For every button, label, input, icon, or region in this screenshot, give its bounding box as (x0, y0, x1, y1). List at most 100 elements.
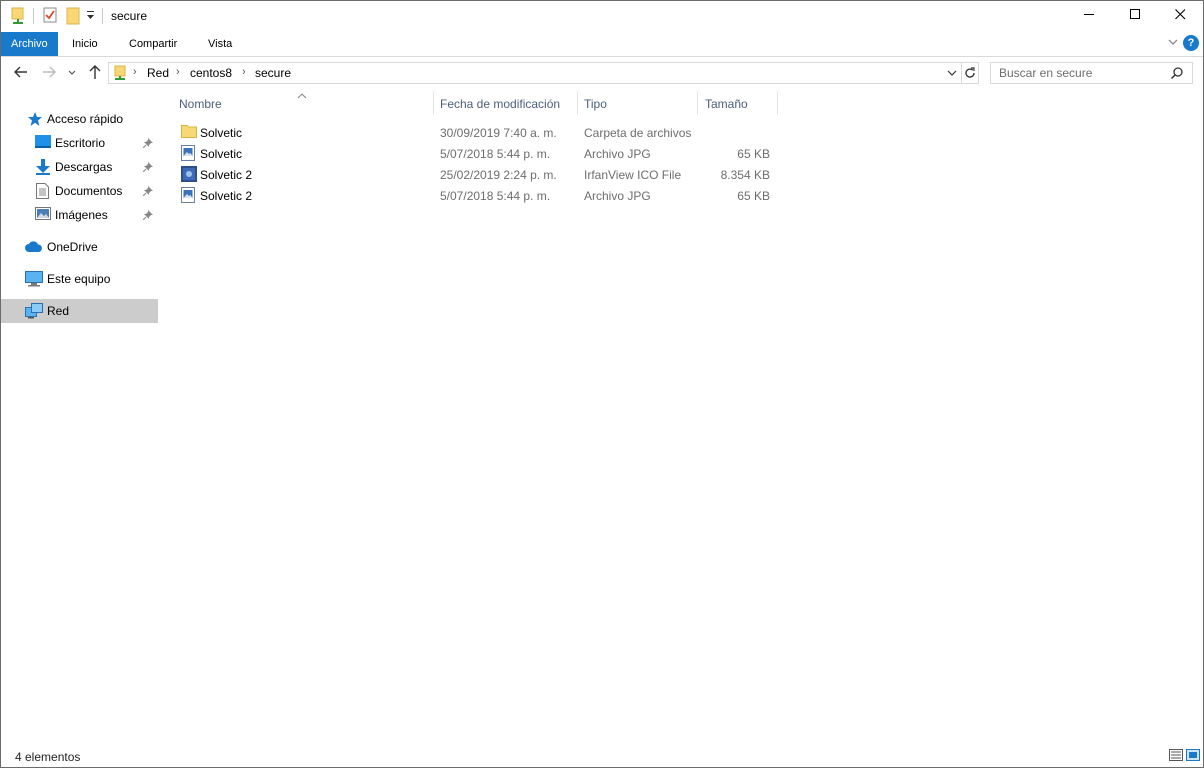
sidebar-item-imagenes[interactable]: Imágenes (1, 203, 158, 227)
column-label: Tamaño (705, 97, 748, 111)
sidebar-item-label: Escritorio (55, 136, 106, 150)
file-date: 5/07/2018 5:44 p. m. (440, 189, 551, 203)
sidebar-item-label: Acceso rápido (47, 112, 124, 126)
breadcrumb-secure[interactable]: secure (255, 66, 291, 80)
search-icon[interactable] (1170, 66, 1184, 83)
title-bar: secure (1, 1, 1203, 32)
properties-icon[interactable] (43, 7, 58, 26)
sidebar-item-acceso-rapido[interactable]: Acceso rápido (1, 107, 158, 131)
file-size: 65 KB (737, 147, 770, 161)
folder-icon (181, 124, 197, 141)
file-size: 65 KB (737, 189, 770, 203)
minimize-icon (1083, 9, 1095, 23)
file-type: IrfanView ICO File (584, 168, 682, 182)
pin-icon[interactable] (142, 185, 153, 199)
item-count: 4 elementos (15, 750, 81, 764)
search-box[interactable] (990, 62, 1193, 84)
file-date: 30/09/2019 7:40 a. m. (440, 126, 557, 140)
customize-quick-access-icon[interactable] (86, 9, 96, 24)
star-icon (27, 111, 43, 130)
pin-icon[interactable] (142, 209, 153, 223)
navigation-pane: Acceso rápido Escritorio Descargas Docum… (1, 89, 159, 741)
file-date: 25/02/2019 2:24 p. m. (440, 168, 557, 182)
tab-compartir[interactable]: Compartir (116, 32, 190, 56)
file-list-pane: Nombre Fecha de modificación Tipo Tamaño… (159, 89, 1203, 741)
file-name: Solvetic 2 (200, 189, 253, 203)
sidebar-item-label: Descargas (55, 160, 113, 174)
file-date: 5/07/2018 5:44 p. m. (440, 147, 551, 161)
explorer-app-icon[interactable] (10, 7, 26, 28)
window-title: secure (111, 9, 148, 23)
address-dropdown-icon[interactable] (947, 67, 957, 81)
sidebar-item-label: Documentos (55, 184, 123, 198)
network-icon (25, 303, 43, 322)
file-type: Archivo JPG (584, 189, 651, 203)
table-row[interactable]: Solvetic 2 5/07/2018 5:44 p. m. Archivo … (175, 185, 773, 206)
search-input[interactable] (991, 63, 1166, 83)
file-size: 8.354 KB (720, 168, 770, 182)
column-header-fecha[interactable]: Fecha de modificación (434, 89, 577, 117)
column-header-tamano[interactable]: Tamaño (698, 89, 777, 117)
file-name: Solvetic (200, 126, 243, 140)
close-icon (1174, 9, 1186, 23)
expand-ribbon-icon[interactable] (1167, 36, 1179, 51)
sidebar-item-escritorio[interactable]: Escritorio (1, 131, 158, 155)
column-label: Nombre (179, 97, 222, 111)
sidebar-item-descargas[interactable]: Descargas (1, 155, 158, 179)
sidebar-item-label: OneDrive (47, 240, 98, 254)
tab-inicio[interactable]: Inicio (59, 32, 111, 56)
navigation-bar: › Red › centos8 › secure (1, 57, 1203, 89)
download-icon (35, 159, 51, 178)
help-icon[interactable]: ? (1183, 35, 1199, 51)
forward-arrow-icon[interactable] (41, 64, 57, 83)
file-name: Solvetic (200, 147, 243, 161)
pin-icon[interactable] (142, 161, 153, 175)
file-explorer-window: secure Archivo Inicio Compartir Vista ? (0, 0, 1204, 768)
sidebar-item-documentos[interactable]: Documentos (1, 179, 158, 203)
status-bar: 4 elementos (1, 741, 1203, 767)
sidebar-item-label: Imágenes (55, 208, 108, 222)
computer-icon (25, 271, 43, 290)
file-type: Archivo JPG (584, 147, 651, 161)
table-row[interactable]: Solvetic 30/09/2019 7:40 a. m. Carpeta d… (175, 122, 773, 143)
sidebar-item-onedrive[interactable]: OneDrive (1, 235, 158, 259)
image-file-icon (181, 145, 195, 164)
refresh-icon[interactable] (963, 66, 977, 83)
sidebar-item-label: Red (47, 304, 70, 318)
tab-vista[interactable]: Vista (195, 32, 245, 56)
back-arrow-icon[interactable] (13, 64, 29, 83)
image-file-icon (181, 187, 195, 206)
sidebar-item-este-equipo[interactable]: Este equipo (1, 267, 158, 291)
desktop-icon (35, 135, 51, 152)
breadcrumb-red[interactable]: Red (147, 66, 169, 80)
sidebar-item-label: Este equipo (47, 272, 111, 286)
file-name: Solvetic 2 (200, 168, 253, 182)
maximize-icon (1129, 9, 1141, 23)
close-button[interactable] (1157, 1, 1203, 31)
column-header-nombre[interactable]: Nombre (175, 89, 433, 117)
column-header-tipo[interactable]: Tipo (578, 89, 697, 117)
sidebar-item-red[interactable]: Red (1, 299, 158, 323)
pin-icon[interactable] (142, 137, 153, 151)
ribbon-tabs: Archivo Inicio Compartir Vista ? (1, 32, 1203, 57)
table-row[interactable]: Solvetic 5/07/2018 5:44 p. m. Archivo JP… (175, 143, 773, 164)
recent-locations-chevron-icon[interactable] (67, 67, 77, 81)
file-type: Carpeta de archivos (584, 126, 692, 140)
up-arrow-icon[interactable] (87, 64, 103, 83)
column-label: Fecha de modificación (440, 97, 561, 111)
network-folder-icon (114, 65, 128, 84)
address-bar[interactable]: › Red › centos8 › secure (108, 62, 979, 84)
breadcrumb-centos8[interactable]: centos8 (190, 66, 232, 80)
large-icons-view-icon[interactable] (1186, 749, 1200, 761)
column-label: Tipo (584, 97, 607, 111)
details-view-icon[interactable] (1169, 749, 1183, 761)
pictures-icon (35, 207, 51, 224)
cloud-icon (25, 241, 43, 256)
minimize-button[interactable] (1066, 1, 1112, 31)
maximize-button[interactable] (1112, 1, 1158, 31)
new-folder-icon[interactable] (65, 7, 81, 28)
ico-file-icon (181, 166, 197, 185)
tab-archivo[interactable]: Archivo (1, 32, 58, 56)
document-icon (36, 183, 49, 202)
table-row[interactable]: Solvetic 2 25/02/2019 2:24 p. m. IrfanVi… (175, 164, 773, 185)
